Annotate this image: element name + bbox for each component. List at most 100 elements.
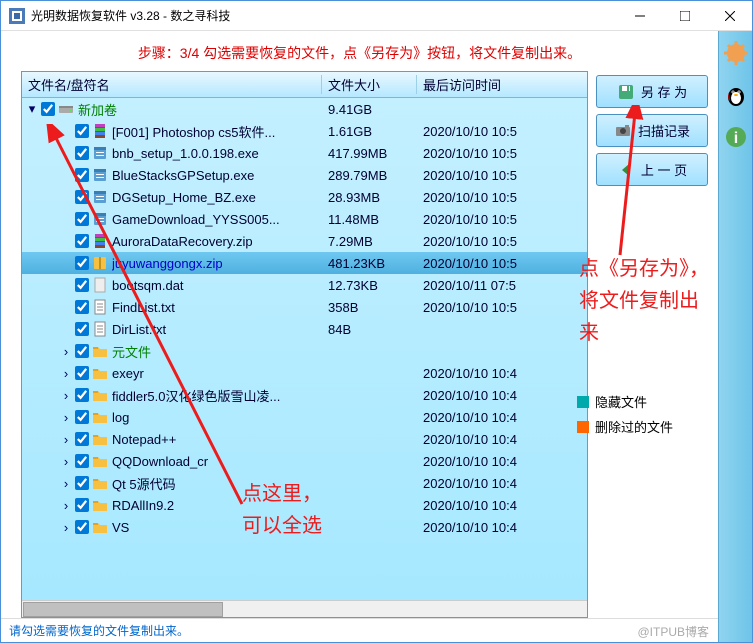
row-checkbox[interactable] xyxy=(75,256,89,270)
folder-icon xyxy=(92,343,108,359)
info-icon[interactable]: i xyxy=(724,125,748,149)
row-checkbox[interactable] xyxy=(75,454,89,468)
maximize-button[interactable] xyxy=(662,1,707,30)
table-row[interactable]: ▾新加卷9.41GB xyxy=(22,98,587,120)
row-checkbox[interactable] xyxy=(75,322,89,336)
table-row[interactable]: ›VS2020/10/10 10:4 xyxy=(22,516,587,538)
expand-toggle[interactable]: › xyxy=(60,344,72,359)
penguin-icon[interactable] xyxy=(724,83,748,107)
table-row[interactable]: ›fiddler5.0汉化绿色版雪山凌...2020/10/10 10:4 xyxy=(22,384,587,406)
file-size: 28.93MB xyxy=(324,190,419,205)
expand-toggle[interactable]: ▾ xyxy=(26,101,38,117)
gear-icon[interactable] xyxy=(724,41,748,65)
expand-toggle[interactable]: › xyxy=(60,520,72,535)
titlebar: 光明数据恢复软件 v3.28 - 数之寻科技 xyxy=(1,1,752,31)
file-time: 2020/10/10 10:4 xyxy=(419,432,549,447)
file-list-panel: 文件名/盘符名 文件大小 最后访问时间 ▾新加卷9.41GB[F001] Pho… xyxy=(21,71,588,618)
file-size: 358B xyxy=(324,300,419,315)
file-name: log xyxy=(112,410,324,425)
expand-toggle[interactable]: › xyxy=(60,498,72,513)
sidebar-right: i xyxy=(718,31,752,642)
expand-toggle[interactable]: › xyxy=(60,366,72,381)
table-row[interactable]: ›Notepad++2020/10/10 10:4 xyxy=(22,428,587,450)
close-button[interactable] xyxy=(707,1,752,30)
column-time[interactable]: 最后访问时间 xyxy=(417,75,587,94)
table-row[interactable]: ›log2020/10/10 10:4 xyxy=(22,406,587,428)
scrollbar-horizontal[interactable] xyxy=(22,600,587,617)
exe-icon xyxy=(92,189,108,205)
file-size: 7.29MB xyxy=(324,234,419,249)
row-checkbox[interactable] xyxy=(75,124,89,138)
row-checkbox[interactable] xyxy=(75,498,89,512)
file-size: 9.41GB xyxy=(324,102,419,117)
legend-hidden-color xyxy=(577,396,589,408)
row-checkbox[interactable] xyxy=(75,146,89,160)
step-instruction: 步骤：3/4 勾选需要恢复的文件，点《另存为》按钮，将文件复制出来。 xyxy=(1,31,718,71)
camera-icon xyxy=(614,122,632,140)
row-checkbox[interactable] xyxy=(75,520,89,534)
file-name: QQDownload_cr xyxy=(112,454,324,469)
file-time: 2020/10/10 10:5 xyxy=(419,234,549,249)
file-name: DGSetup_Home_BZ.exe xyxy=(112,190,324,205)
expand-toggle[interactable]: › xyxy=(60,454,72,469)
table-row[interactable]: [F001] Photoshop cs5软件...1.61GB2020/10/1… xyxy=(22,120,587,142)
row-checkbox[interactable] xyxy=(75,168,89,182)
file-size: 84B xyxy=(324,322,419,337)
row-checkbox[interactable] xyxy=(75,476,89,490)
minimize-button[interactable] xyxy=(617,1,662,30)
file-name: DirList.txt xyxy=(112,322,324,337)
file-time: 2020/10/10 10:5 xyxy=(419,124,549,139)
statusbar: 请勾选需要恢复的文件复制出来。 xyxy=(1,618,718,642)
column-headers: 文件名/盘符名 文件大小 最后访问时间 xyxy=(22,72,587,98)
row-checkbox[interactable] xyxy=(41,102,55,116)
table-row[interactable]: ›QQDownload_cr2020/10/10 10:4 xyxy=(22,450,587,472)
file-time: 2020/10/10 10:4 xyxy=(419,476,549,491)
scroll-thumb[interactable] xyxy=(23,602,223,617)
file-name: 元文件 xyxy=(112,342,324,361)
file-time: 2020/10/10 10:5 xyxy=(419,256,549,271)
table-row[interactable]: AuroraDataRecovery.zip7.29MB2020/10/10 1… xyxy=(22,230,587,252)
row-checkbox[interactable] xyxy=(75,388,89,402)
table-row[interactable]: DirList.txt84B xyxy=(22,318,587,340)
table-row[interactable]: ›RDAllIn9.22020/10/10 10:4 xyxy=(22,494,587,516)
table-row[interactable]: ›exeyr2020/10/10 10:4 xyxy=(22,362,587,384)
file-list[interactable]: ▾新加卷9.41GB[F001] Photoshop cs5软件...1.61G… xyxy=(22,98,587,600)
save-as-button[interactable]: 另 存 为 xyxy=(596,75,708,108)
exe-icon xyxy=(92,167,108,183)
table-row[interactable]: bnb_setup_1.0.0.198.exe417.99MB2020/10/1… xyxy=(22,142,587,164)
folder-icon xyxy=(92,497,108,513)
table-row[interactable]: DGSetup_Home_BZ.exe28.93MB2020/10/10 10:… xyxy=(22,186,587,208)
file-size: 289.79MB xyxy=(324,168,419,183)
row-checkbox[interactable] xyxy=(75,234,89,248)
table-row[interactable]: GameDownload_YYSS005...11.48MB2020/10/10… xyxy=(22,208,587,230)
row-checkbox[interactable] xyxy=(75,432,89,446)
row-checkbox[interactable] xyxy=(75,410,89,424)
expand-toggle[interactable]: › xyxy=(60,432,72,447)
table-row[interactable]: ›Qt 5源代码2020/10/10 10:4 xyxy=(22,472,587,494)
row-checkbox[interactable] xyxy=(75,190,89,204)
column-name[interactable]: 文件名/盘符名 xyxy=(22,75,322,94)
prev-page-label: 上 一 页 xyxy=(641,160,687,179)
dat-icon xyxy=(92,277,108,293)
table-row[interactable]: FindList.txt358B2020/10/10 10:5 xyxy=(22,296,587,318)
row-checkbox[interactable] xyxy=(75,366,89,380)
table-row[interactable]: bootsqm.dat12.73KB2020/10/11 07:5 xyxy=(22,274,587,296)
row-checkbox[interactable] xyxy=(75,212,89,226)
row-checkbox[interactable] xyxy=(75,278,89,292)
prev-page-button[interactable]: 上 一 页 xyxy=(596,153,708,186)
scan-log-button[interactable]: 扫描记录 xyxy=(596,114,708,147)
table-row[interactable]: › 元文件 xyxy=(22,340,587,362)
file-time: 2020/10/10 10:4 xyxy=(419,366,549,381)
file-name: AuroraDataRecovery.zip xyxy=(112,234,324,249)
column-size[interactable]: 文件大小 xyxy=(322,75,417,94)
row-checkbox[interactable] xyxy=(75,344,89,358)
table-row[interactable]: juyuwanggongx.zip481.23KB2020/10/10 10:5 xyxy=(22,252,587,274)
expand-toggle[interactable]: › xyxy=(60,410,72,425)
file-time: 2020/10/10 10:4 xyxy=(419,388,549,403)
zip-icon xyxy=(92,255,108,271)
file-size: 1.61GB xyxy=(324,124,419,139)
row-checkbox[interactable] xyxy=(75,300,89,314)
expand-toggle[interactable]: › xyxy=(60,476,72,491)
expand-toggle[interactable]: › xyxy=(60,388,72,403)
table-row[interactable]: BlueStacksGPSetup.exe289.79MB2020/10/10 … xyxy=(22,164,587,186)
